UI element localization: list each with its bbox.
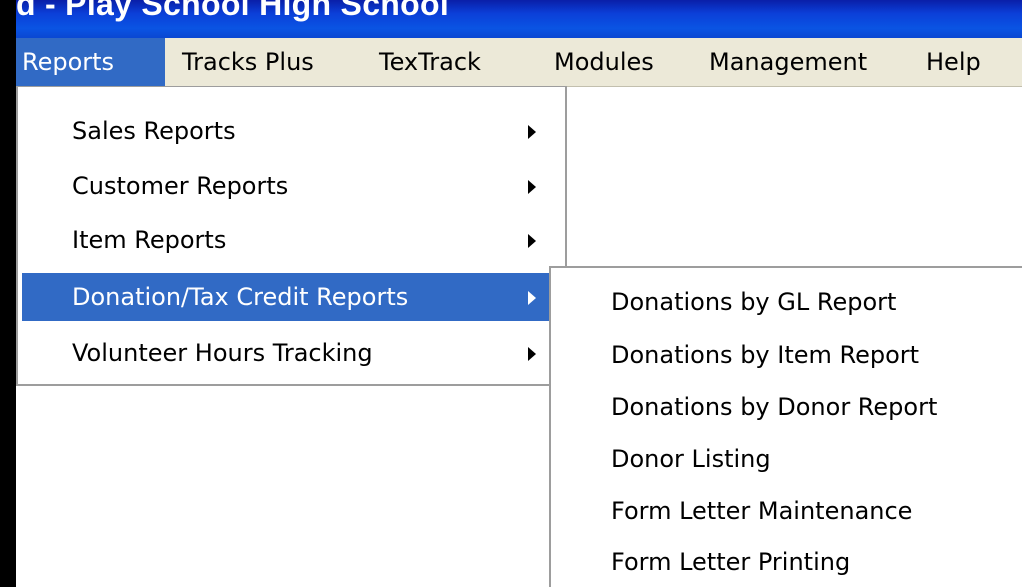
menu-item-label: Customer Reports — [72, 172, 289, 200]
menu-item-label: Sales Reports — [72, 117, 236, 145]
submenu-item-label: Donations by Donor Report — [611, 393, 938, 421]
submenu-item-form-letter-printing[interactable]: Form Letter Printing — [551, 536, 1022, 588]
submenu-arrow-icon — [528, 291, 536, 305]
submenu-item-form-letter-maintenance[interactable]: Form Letter Maintenance — [551, 485, 1022, 537]
menu-item-label: Volunteer Hours Tracking — [72, 339, 373, 367]
submenu-arrow-icon — [528, 180, 536, 194]
submenu-arrow-icon — [528, 347, 536, 361]
submenu-item-donations-by-item[interactable]: Donations by Item Report — [551, 329, 1022, 381]
menu-item-label: Item Reports — [72, 226, 227, 254]
window-frame-left — [0, 0, 16, 587]
menu-item-donation-tax-credit-reports[interactable]: Donation/Tax Credit Reports — [22, 273, 550, 321]
donation-submenu: Donations by GL Report Donations by Item… — [549, 266, 1022, 587]
menu-item-customer-reports[interactable]: Customer Reports — [22, 162, 550, 210]
submenu-arrow-icon — [528, 234, 536, 248]
menu-tracks-plus[interactable]: Tracks Plus — [176, 38, 320, 86]
menu-reports[interactable]: Reports — [16, 38, 165, 86]
menu-item-sales-reports[interactable]: Sales Reports — [22, 107, 550, 155]
submenu-item-label: Donor Listing — [611, 445, 771, 473]
submenu-item-label: Donations by Item Report — [611, 341, 920, 369]
menu-item-volunteer-hours-tracking[interactable]: Volunteer Hours Tracking — [22, 329, 550, 377]
submenu-item-label: Form Letter Printing — [611, 548, 851, 576]
menu-help[interactable]: Help — [920, 38, 987, 86]
submenu-item-donations-by-gl[interactable]: Donations by GL Report — [551, 276, 1022, 328]
title-bar[interactable]: d - Play School High School — [16, 0, 1022, 38]
menu-management[interactable]: Management — [703, 38, 873, 86]
reports-dropdown-menu: Sales Reports Customer Reports Item Repo… — [16, 86, 567, 386]
menu-item-item-reports[interactable]: Item Reports — [22, 216, 550, 264]
menu-textrack[interactable]: TexTrack — [373, 38, 487, 86]
menu-modules[interactable]: Modules — [548, 38, 660, 86]
submenu-arrow-icon — [528, 125, 536, 139]
submenu-item-label: Donations by GL Report — [611, 288, 897, 316]
submenu-item-label: Form Letter Maintenance — [611, 497, 913, 525]
window-title: d - Play School High School — [16, 0, 450, 22]
menu-item-label: Donation/Tax Credit Reports — [72, 283, 409, 311]
submenu-item-donations-by-donor[interactable]: Donations by Donor Report — [551, 381, 1022, 433]
menu-bar: Reports Tracks Plus TexTrack Modules Man… — [16, 38, 1022, 87]
submenu-item-donor-listing[interactable]: Donor Listing — [551, 433, 1022, 485]
